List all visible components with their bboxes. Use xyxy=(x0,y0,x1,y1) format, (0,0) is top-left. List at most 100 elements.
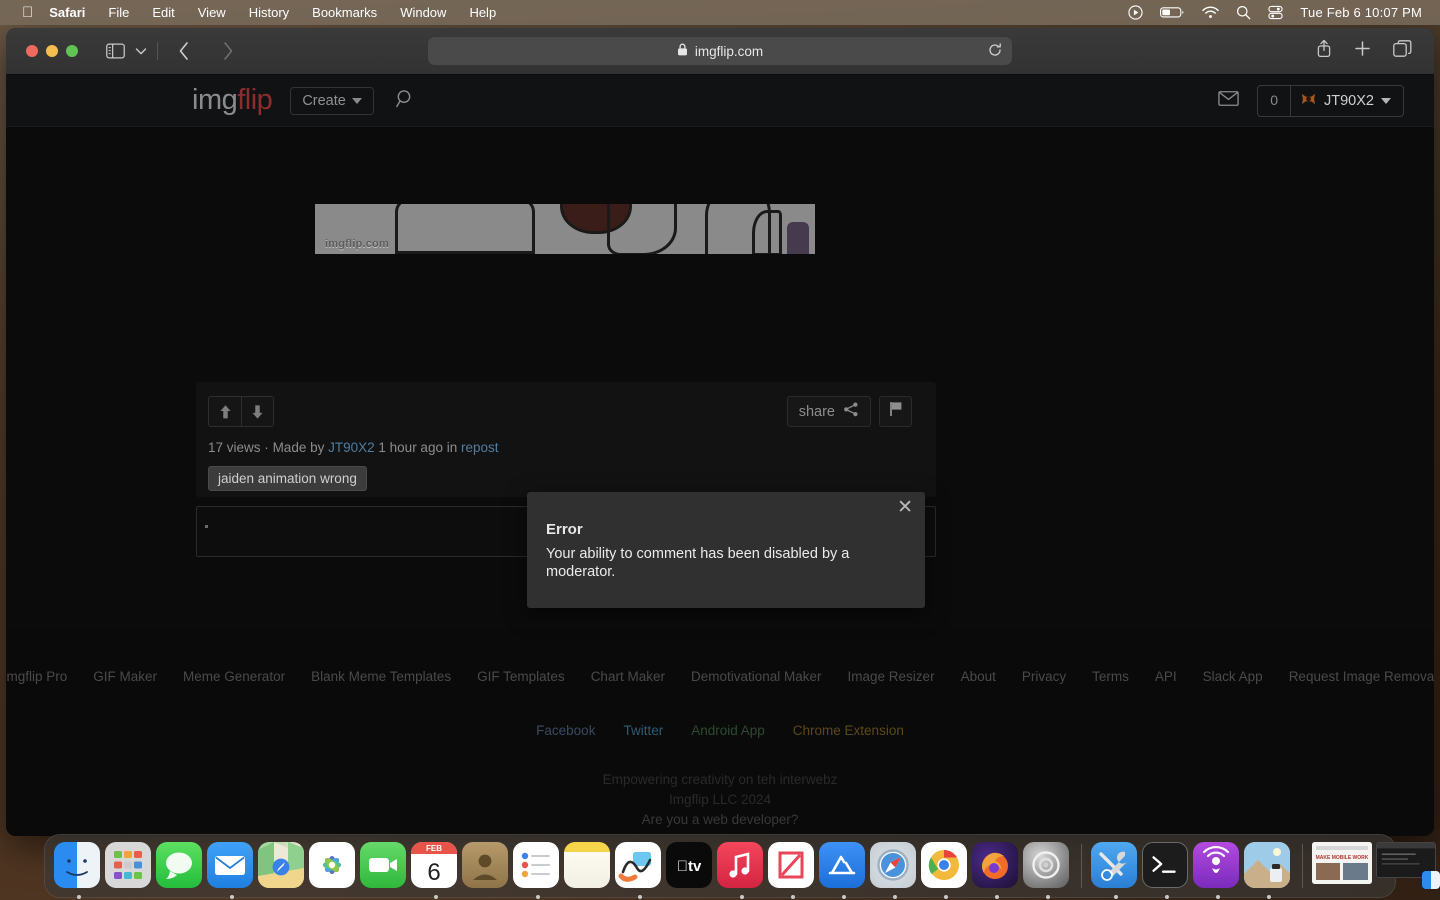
dock-item-contacts[interactable] xyxy=(462,841,511,891)
dock-item-podcasts[interactable] xyxy=(1193,841,1242,899)
running-dot xyxy=(1215,894,1220,899)
close-button[interactable] xyxy=(26,45,38,57)
dock-item-photos[interactable] xyxy=(309,841,358,891)
svg-text:tv: tv xyxy=(677,858,702,875)
dock-item-apple-tv[interactable]: tv xyxy=(666,841,715,891)
battery-icon[interactable] xyxy=(1160,6,1185,19)
dock-item-minimized-terminal[interactable] xyxy=(1376,841,1440,891)
social-link-facebook[interactable]: Facebook xyxy=(536,723,595,738)
downvote-button[interactable] xyxy=(241,396,274,427)
zoom-button[interactable] xyxy=(66,45,78,57)
post-timestamp: 1 hour ago in xyxy=(378,440,458,455)
dock-item-launchpad[interactable] xyxy=(105,841,154,891)
report-button[interactable] xyxy=(879,396,912,427)
wifi-icon[interactable] xyxy=(1202,6,1220,19)
footer-link-gif-templates[interactable]: GIF Templates xyxy=(477,669,565,684)
minimize-button[interactable] xyxy=(46,45,58,57)
footer-developer-link[interactable]: Are you a web developer? xyxy=(6,810,1434,830)
control-center-icon[interactable] xyxy=(1268,5,1283,20)
footer-link-api[interactable]: API xyxy=(1155,669,1177,684)
social-link-twitter[interactable]: Twitter xyxy=(623,723,663,738)
header-user-area: 0 JT90X2 xyxy=(1218,84,1404,117)
meme-image[interactable]: imgflip.com xyxy=(315,204,815,254)
new-tab-icon[interactable] xyxy=(1354,40,1371,62)
menu-item-edit[interactable]: Edit xyxy=(152,5,174,20)
footer-link-slack-app[interactable]: Slack App xyxy=(1203,669,1263,684)
social-link-android-app[interactable]: Android App xyxy=(691,723,765,738)
menu-item-bookmarks[interactable]: Bookmarks xyxy=(312,5,377,20)
menu-bar-clock[interactable]: Tue Feb 6 10:07 PM xyxy=(1300,5,1422,20)
menu-item-window[interactable]: Window xyxy=(400,5,446,20)
dock-item-system-settings[interactable] xyxy=(1023,841,1072,899)
footer-link-blank-meme-templates[interactable]: Blank Meme Templates xyxy=(311,669,451,684)
chevron-down-icon[interactable] xyxy=(135,47,147,56)
social-link-chrome-extension[interactable]: Chrome Extension xyxy=(793,723,904,738)
dock-item-maps[interactable] xyxy=(258,841,307,891)
dock-item-facetime[interactable] xyxy=(360,841,409,891)
user-menu[interactable]: 0 JT90X2 xyxy=(1257,84,1404,117)
firefox-icon xyxy=(972,841,1018,888)
post-tag[interactable]: jaiden animation wrong xyxy=(208,466,367,491)
dock-item-music[interactable] xyxy=(717,841,766,899)
messages-icon xyxy=(156,841,202,888)
close-icon[interactable]: ✕ xyxy=(897,498,913,517)
footer-link-imgflip-pro[interactable]: Imgflip Pro xyxy=(6,669,67,684)
menu-item-safari[interactable]: Safari xyxy=(49,5,85,20)
footer-link-image-resizer[interactable]: Image Resizer xyxy=(848,669,935,684)
menu-item-file[interactable]: File xyxy=(108,5,129,20)
apple-menu-icon[interactable]:  xyxy=(22,5,33,20)
imgflip-logo[interactable]: imgflip xyxy=(192,86,273,115)
dock-item-safari[interactable] xyxy=(870,841,919,899)
dock-item-minimized-document[interactable]: MAKE MOBILE WORK xyxy=(1312,841,1374,891)
footer-link-request-image-removal[interactable]: Request Image Removal xyxy=(1289,669,1434,684)
dock-item-messages[interactable] xyxy=(156,841,205,891)
create-button[interactable]: Create xyxy=(290,86,374,115)
upvote-button[interactable] xyxy=(208,396,241,427)
forward-chevron-icon[interactable] xyxy=(222,41,234,61)
post-author-link[interactable]: JT90X2 xyxy=(328,440,375,455)
menu-item-help[interactable]: Help xyxy=(469,5,496,20)
webpage-viewport: imgflip Create 0 JT90X2 imgflip.com shar… xyxy=(6,75,1434,836)
footer-link-chart-maker[interactable]: Chart Maker xyxy=(591,669,665,684)
reload-icon[interactable] xyxy=(988,42,1002,60)
dock-item-preview[interactable] xyxy=(1244,841,1293,899)
dock-item-freeform[interactable] xyxy=(615,841,664,899)
footer-link-about[interactable]: About xyxy=(961,669,996,684)
sidebar-icon[interactable] xyxy=(106,43,125,59)
dock-item-chrome[interactable] xyxy=(921,841,970,899)
dock-item-utilities[interactable] xyxy=(1091,841,1140,899)
share-button-label: share xyxy=(798,403,835,420)
browser-toolbar: imgflip.com xyxy=(6,28,1434,75)
running-dot xyxy=(790,894,795,899)
dock-item-firefox[interactable] xyxy=(972,841,1021,899)
dock-item-finder[interactable] xyxy=(54,841,103,899)
search-icon[interactable] xyxy=(395,89,415,113)
address-bar[interactable]: imgflip.com xyxy=(428,37,1012,65)
mail-icon[interactable] xyxy=(1218,90,1239,111)
share-icon[interactable] xyxy=(1316,39,1332,63)
app-store-icon xyxy=(819,841,865,888)
search-icon[interactable] xyxy=(1236,5,1251,20)
footer-link-terms[interactable]: Terms xyxy=(1092,669,1129,684)
menu-item-view[interactable]: View xyxy=(198,5,226,20)
dock-item-reminders[interactable] xyxy=(513,841,562,899)
back-chevron-icon[interactable] xyxy=(178,41,190,61)
post-stream-link[interactable]: repost xyxy=(461,440,499,455)
dock-item-mail[interactable] xyxy=(207,841,256,899)
running-dot xyxy=(1164,894,1169,899)
play-circle-icon[interactable] xyxy=(1128,5,1143,20)
dock-item-news[interactable] xyxy=(768,841,817,899)
contacts-icon xyxy=(462,841,508,888)
footer-link-meme-generator[interactable]: Meme Generator xyxy=(183,669,285,684)
footer-link-privacy[interactable]: Privacy xyxy=(1022,669,1066,684)
tab-overview-icon[interactable] xyxy=(1393,39,1412,63)
share-button[interactable]: share xyxy=(786,396,871,427)
footer-link-demotivational-maker[interactable]: Demotivational Maker xyxy=(691,669,822,684)
menu-item-history[interactable]: History xyxy=(249,5,289,20)
running-dot xyxy=(1266,894,1271,899)
dock-item-app-store[interactable] xyxy=(819,841,868,899)
dock-item-terminal[interactable] xyxy=(1142,841,1191,899)
footer-link-gif-maker[interactable]: GIF Maker xyxy=(93,669,157,684)
dock-item-calendar[interactable]: FEB 6 xyxy=(411,841,460,899)
dock-item-notes[interactable] xyxy=(564,841,613,891)
